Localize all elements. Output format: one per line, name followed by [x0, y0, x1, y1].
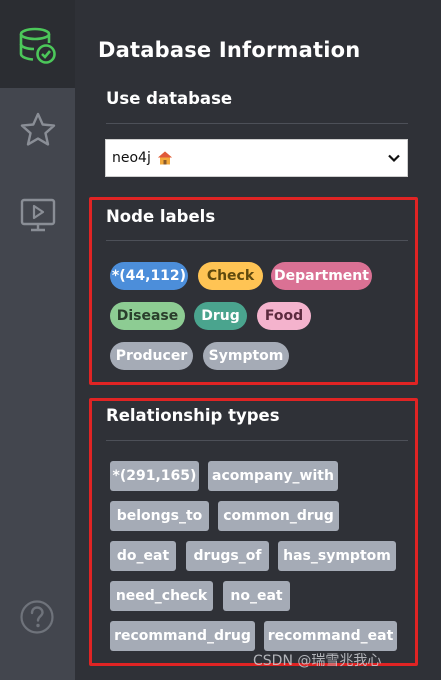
relationship-type-tag[interactable]: do_eat [110, 541, 176, 571]
node-label-pill[interactable]: Department [271, 262, 372, 290]
node-label-pill[interactable]: Food [257, 302, 311, 330]
relationship-types-heading: Relationship types [106, 406, 280, 425]
node-label-pill[interactable]: Drug [194, 302, 247, 330]
node-label-pill[interactable]: *(44,112) [110, 262, 188, 290]
divider [106, 440, 408, 441]
sidebar-rail [0, 0, 75, 680]
relationship-type-tag[interactable]: drugs_of [186, 541, 269, 571]
panel-title: Database Information [98, 38, 361, 62]
relationship-type-tag[interactable]: common_drug [218, 501, 339, 531]
relationship-type-tag[interactable]: *(291,165) [110, 461, 199, 491]
relationship-type-tag[interactable]: recommand_eat [264, 621, 397, 651]
database-select[interactable]: neo4j [105, 139, 408, 177]
node-label-pill[interactable]: Check [198, 262, 263, 290]
monitor-play-icon[interactable] [19, 196, 57, 234]
node-label-pill[interactable]: Symptom [203, 342, 289, 370]
node-label-pill[interactable]: Disease [110, 302, 185, 330]
divider [106, 240, 408, 241]
relationship-type-tag[interactable]: no_eat [223, 581, 290, 611]
relationship-type-tag[interactable]: need_check [110, 581, 213, 611]
node-label-pill[interactable]: Producer [110, 342, 193, 370]
node-labels-heading: Node labels [106, 207, 216, 226]
database-select-value: neo4j [112, 150, 151, 166]
relationship-type-tag[interactable]: acompany_with [208, 461, 338, 491]
relationship-type-tag[interactable]: belongs_to [110, 501, 209, 531]
relationship-type-tag[interactable]: has_symptom [278, 541, 396, 571]
database-check-icon[interactable] [18, 26, 58, 66]
star-icon[interactable] [19, 111, 57, 149]
help-icon[interactable] [19, 599, 55, 635]
chevron-down-icon [388, 154, 400, 163]
relationship-type-tag[interactable]: recommand_drug [110, 621, 255, 651]
house-icon [157, 151, 172, 165]
watermark: CSDN @瑞雪兆我心 [253, 653, 382, 669]
use-database-heading: Use database [106, 89, 233, 108]
divider [106, 123, 408, 124]
